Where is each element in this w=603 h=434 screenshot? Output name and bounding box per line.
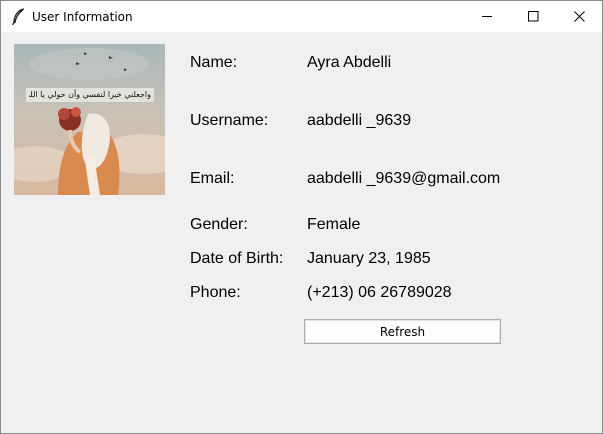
phone-label: Phone: [190, 284, 241, 301]
title-bar[interactable]: User Information [1, 1, 602, 32]
date-of-birth-value: January 23, 1985 [307, 250, 431, 267]
date-of-birth-label: Date of Birth: [190, 250, 284, 267]
feather-icon [11, 8, 25, 26]
maximize-button[interactable] [510, 1, 556, 32]
minimize-button[interactable] [464, 1, 510, 32]
phone-value: (+213) 06 26789028 [307, 284, 452, 301]
email-label: Email: [190, 170, 235, 187]
minimize-icon [482, 16, 492, 17]
window-title: User Information [32, 10, 133, 24]
gender-value: Female [307, 216, 361, 233]
username-label: Username: [190, 112, 269, 129]
close-button[interactable] [556, 1, 602, 32]
username-value: aabdelli _9639 [307, 112, 412, 129]
name-value: Ayra Abdelli [307, 54, 392, 71]
gender-label: Gender: [190, 216, 248, 233]
name-label: Name: [190, 54, 238, 71]
email-value: aabdelli _9639@gmail.com [307, 170, 501, 187]
refresh-button-label: Refresh [379, 324, 426, 339]
user-information-window: User Information واجعلني خيرا لنفسي وأن … [0, 0, 603, 434]
profile-picture: واجعلني خيرا لنفسي وأن حولي يا الله [14, 44, 165, 195]
maximize-icon [528, 11, 539, 22]
profile-image-caption: واجعلني خيرا لنفسي وأن حولي يا الله [29, 90, 151, 99]
refresh-button[interactable]: Refresh [304, 319, 501, 344]
close-icon [574, 11, 585, 22]
